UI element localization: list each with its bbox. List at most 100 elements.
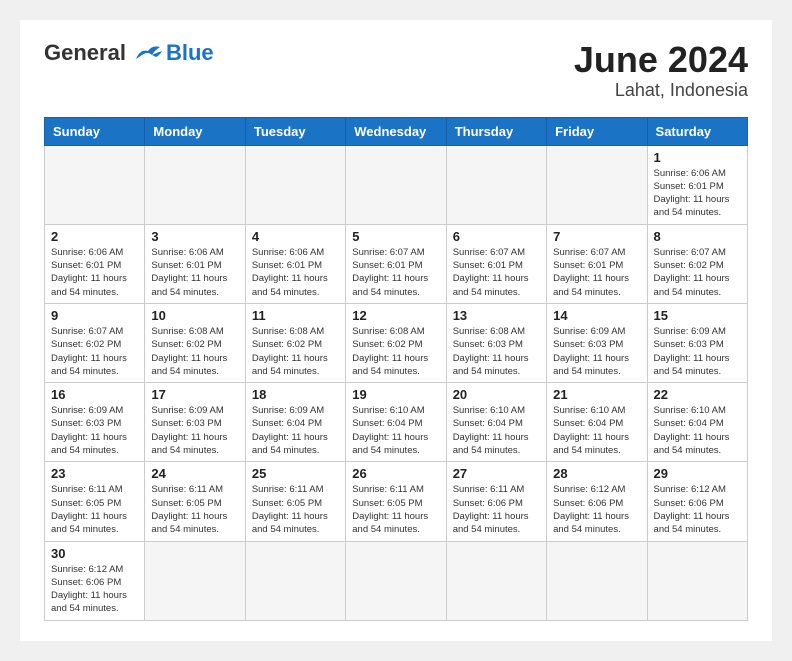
day-number: 6 xyxy=(453,229,540,244)
week-row: 9 Sunrise: 6:07 AMSunset: 6:02 PMDaylight… xyxy=(45,303,748,382)
day-info: Sunrise: 6:12 AMSunset: 6:06 PMDaylight:… xyxy=(654,483,741,536)
day-number: 25 xyxy=(252,466,339,481)
calendar-cell: 15Sunrise: 6:09 AMSunset: 6:03 PMDayligh… xyxy=(647,303,747,382)
weekday-header: Friday xyxy=(547,117,647,145)
day-number: 5 xyxy=(352,229,439,244)
day-number: 17 xyxy=(151,387,238,402)
weekday-header: Tuesday xyxy=(245,117,345,145)
day-number: 13 xyxy=(453,308,540,323)
day-info: Sunrise: 6:11 AMSunset: 6:05 PMDaylight:… xyxy=(51,483,138,536)
day-info: Sunrise: 6:07 AMSunset: 6:02 PMDaylight:… xyxy=(51,325,138,378)
calendar-cell: 27 Sunrise: 6:11 AMSunset: 6:06 PMDayligh… xyxy=(446,462,546,541)
calendar-cell: 19Sunrise: 6:10 AMSunset: 6:04 PMDayligh… xyxy=(346,383,446,462)
location: Lahat, Indonesia xyxy=(574,80,748,101)
day-info: Sunrise: 6:10 AMSunset: 6:04 PMDaylight:… xyxy=(453,404,540,457)
calendar-cell: 9 Sunrise: 6:07 AMSunset: 6:02 PMDaylight… xyxy=(45,303,145,382)
calendar-cell xyxy=(45,145,145,224)
day-number: 22 xyxy=(654,387,741,402)
calendar-cell xyxy=(245,541,345,620)
day-number: 24 xyxy=(151,466,238,481)
day-number: 27 xyxy=(453,466,540,481)
calendar-cell: 8 Sunrise: 6:07 AMSunset: 6:02 PMDaylight… xyxy=(647,224,747,303)
logo-general-text: General xyxy=(44,40,126,66)
calendar-cell xyxy=(547,145,647,224)
calendar-cell: 6 Sunrise: 6:07 AMSunset: 6:01 PMDaylight… xyxy=(446,224,546,303)
day-number: 16 xyxy=(51,387,138,402)
day-number: 10 xyxy=(151,308,238,323)
day-info: Sunrise: 6:08 AMSunset: 6:02 PMDaylight:… xyxy=(352,325,439,378)
calendar-cell: 3Sunrise: 6:06 AMSunset: 6:01 PMDaylight… xyxy=(145,224,245,303)
calendar-cell xyxy=(647,541,747,620)
calendar-cell: 29Sunrise: 6:12 AMSunset: 6:06 PMDayligh… xyxy=(647,462,747,541)
day-info: Sunrise: 6:06 AMSunset: 6:01 PMDaylight:… xyxy=(51,246,138,299)
day-info: Sunrise: 6:08 AMSunset: 6:02 PMDaylight:… xyxy=(151,325,238,378)
day-info: Sunrise: 6:09 AMSunset: 6:03 PMDaylight:… xyxy=(553,325,640,378)
title-section: June 2024 Lahat, Indonesia xyxy=(574,40,748,101)
day-info: Sunrise: 6:11 AMSunset: 6:05 PMDaylight:… xyxy=(252,483,339,536)
day-number: 12 xyxy=(352,308,439,323)
day-info: Sunrise: 6:07 AMSunset: 6:01 PMDaylight:… xyxy=(453,246,540,299)
day-number: 30 xyxy=(51,546,138,561)
day-info: Sunrise: 6:07 AMSunset: 6:02 PMDaylight:… xyxy=(654,246,741,299)
calendar-cell xyxy=(547,541,647,620)
day-info: Sunrise: 6:08 AMSunset: 6:03 PMDaylight:… xyxy=(453,325,540,378)
weekday-header: Thursday xyxy=(446,117,546,145)
calendar-cell: 23 Sunrise: 6:11 AMSunset: 6:05 PMDayligh… xyxy=(45,462,145,541)
header: General Blue June 2024 Lahat, Indonesia xyxy=(44,40,748,101)
day-info: Sunrise: 6:09 AMSunset: 6:03 PMDaylight:… xyxy=(654,325,741,378)
calendar-cell xyxy=(446,541,546,620)
calendar-cell: 26 Sunrise: 6:11 AMSunset: 6:05 PMDayligh… xyxy=(346,462,446,541)
calendar-cell: 30 Sunrise: 6:12 AMSunset: 6:06 PMDayligh… xyxy=(45,541,145,620)
day-info: Sunrise: 6:12 AMSunset: 6:06 PMDaylight:… xyxy=(553,483,640,536)
day-info: Sunrise: 6:11 AMSunset: 6:05 PMDaylight:… xyxy=(151,483,238,536)
weekday-header: Monday xyxy=(145,117,245,145)
day-number: 4 xyxy=(252,229,339,244)
day-number: 18 xyxy=(252,387,339,402)
day-number: 21 xyxy=(553,387,640,402)
calendar-cell: 14 Sunrise: 6:09 AMSunset: 6:03 PMDayligh… xyxy=(547,303,647,382)
day-info: Sunrise: 6:09 AMSunset: 6:03 PMDaylight:… xyxy=(51,404,138,457)
day-info: Sunrise: 6:12 AMSunset: 6:06 PMDaylight:… xyxy=(51,563,138,616)
calendar-cell xyxy=(346,145,446,224)
calendar-table: SundayMondayTuesdayWednesdayThursdayFrid… xyxy=(44,117,748,621)
logo-blue-text: Blue xyxy=(166,40,214,66)
day-info: Sunrise: 6:07 AMSunset: 6:01 PMDaylight:… xyxy=(352,246,439,299)
day-info: Sunrise: 6:06 AMSunset: 6:01 PMDaylight:… xyxy=(654,167,741,220)
day-number: 1 xyxy=(654,150,741,165)
day-number: 14 xyxy=(553,308,640,323)
calendar-cell xyxy=(446,145,546,224)
day-info: Sunrise: 6:11 AMSunset: 6:06 PMDaylight:… xyxy=(453,483,540,536)
day-info: Sunrise: 6:08 AMSunset: 6:02 PMDaylight:… xyxy=(252,325,339,378)
calendar-cell: 22 Sunrise: 6:10 AMSunset: 6:04 PMDayligh… xyxy=(647,383,747,462)
day-info: Sunrise: 6:11 AMSunset: 6:05 PMDaylight:… xyxy=(352,483,439,536)
calendar-cell: 25 Sunrise: 6:11 AMSunset: 6:05 PMDayligh… xyxy=(245,462,345,541)
day-number: 28 xyxy=(553,466,640,481)
day-info: Sunrise: 6:09 AMSunset: 6:03 PMDaylight:… xyxy=(151,404,238,457)
calendar-cell xyxy=(245,145,345,224)
logo: General Blue xyxy=(44,40,214,66)
day-number: 26 xyxy=(352,466,439,481)
day-info: Sunrise: 6:06 AMSunset: 6:01 PMDaylight:… xyxy=(151,246,238,299)
weekday-header: Saturday xyxy=(647,117,747,145)
calendar-cell: 7Sunrise: 6:07 AMSunset: 6:01 PMDaylight… xyxy=(547,224,647,303)
calendar-container: General Blue June 2024 Lahat, Indonesia … xyxy=(20,20,772,641)
calendar-cell: 1 Sunrise: 6:06 AMSunset: 6:01 PMDaylight… xyxy=(647,145,747,224)
calendar-cell: 10 Sunrise: 6:08 AMSunset: 6:02 PMDayligh… xyxy=(145,303,245,382)
day-number: 9 xyxy=(51,308,138,323)
day-number: 2 xyxy=(51,229,138,244)
calendar-cell: 20 Sunrise: 6:10 AMSunset: 6:04 PMDayligh… xyxy=(446,383,546,462)
day-number: 8 xyxy=(654,229,741,244)
calendar-cell: 28 Sunrise: 6:12 AMSunset: 6:06 PMDayligh… xyxy=(547,462,647,541)
calendar-cell: 4 Sunrise: 6:06 AMSunset: 6:01 PMDaylight… xyxy=(245,224,345,303)
day-info: Sunrise: 6:10 AMSunset: 6:04 PMDaylight:… xyxy=(654,404,741,457)
calendar-cell: 18Sunrise: 6:09 AMSunset: 6:04 PMDayligh… xyxy=(245,383,345,462)
day-info: Sunrise: 6:06 AMSunset: 6:01 PMDaylight:… xyxy=(252,246,339,299)
week-row: 16 Sunrise: 6:09 AMSunset: 6:03 PMDayligh… xyxy=(45,383,748,462)
day-number: 20 xyxy=(453,387,540,402)
calendar-cell: 24 Sunrise: 6:11 AMSunset: 6:05 PMDayligh… xyxy=(145,462,245,541)
day-number: 23 xyxy=(51,466,138,481)
weekday-header: Sunday xyxy=(45,117,145,145)
day-number: 19 xyxy=(352,387,439,402)
week-row: 23 Sunrise: 6:11 AMSunset: 6:05 PMDayligh… xyxy=(45,462,748,541)
calendar-cell: 17 Sunrise: 6:09 AMSunset: 6:03 PMDayligh… xyxy=(145,383,245,462)
